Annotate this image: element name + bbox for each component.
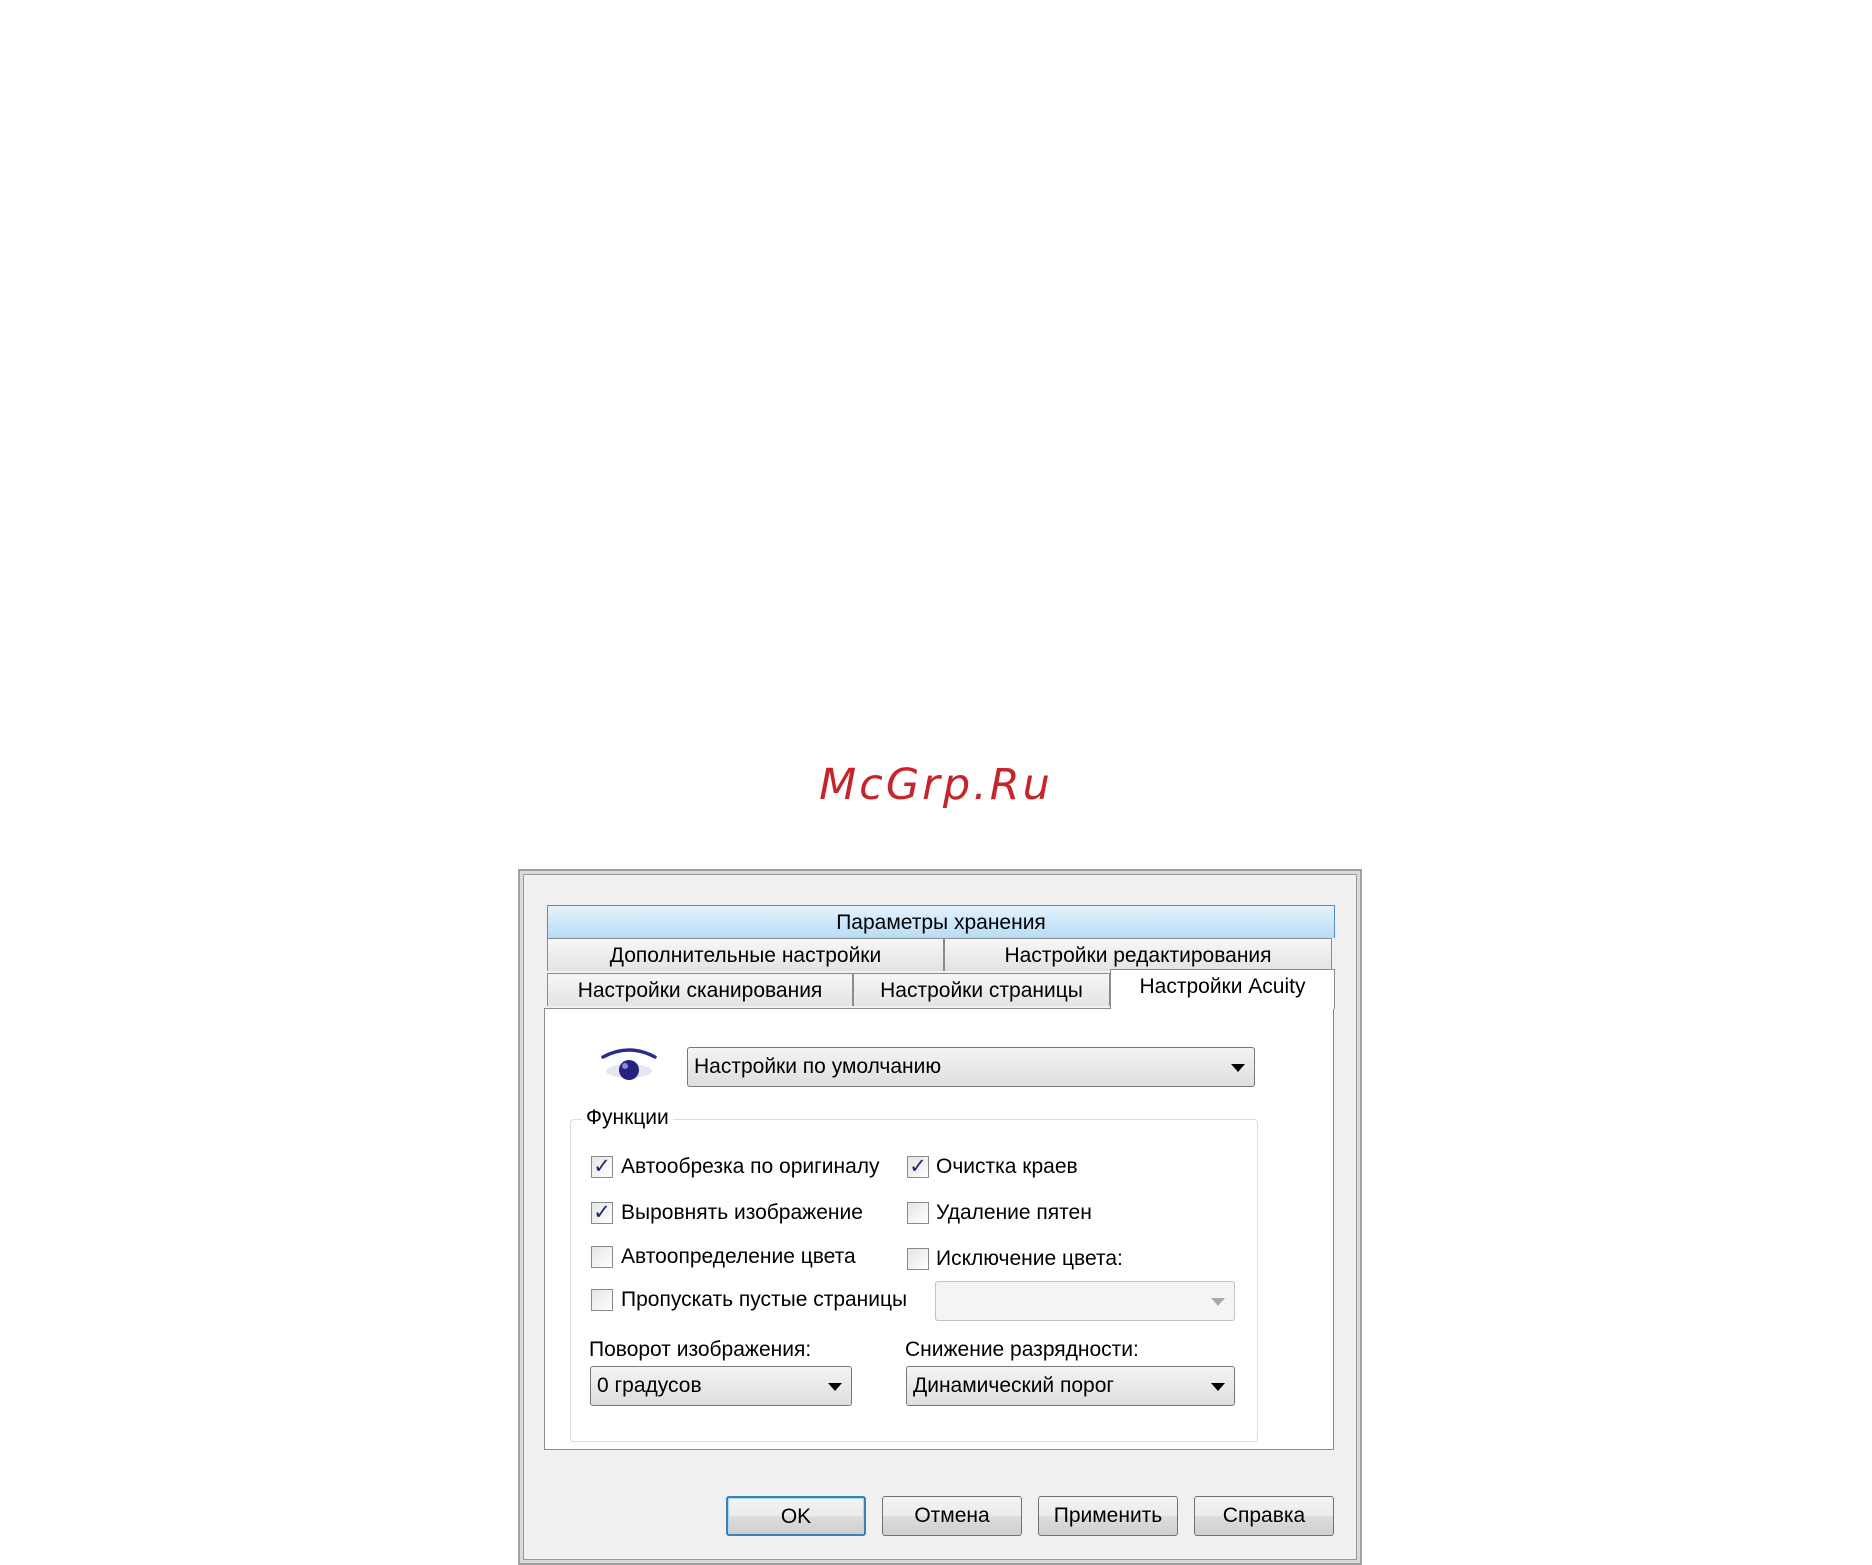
functions-group: Функции ✓ Автообрезка по оригиналу ✓ Очи… [570,1106,1258,1442]
bit-depth-label: Снижение разрядности: [905,1338,1139,1361]
help-button[interactable]: Справка [1194,1496,1334,1536]
bit-depth-select-value: Динамический порог [913,1374,1115,1397]
cancel-button[interactable]: Отмена [882,1496,1022,1536]
rotation-label: Поворот изображения: [589,1338,812,1361]
tab-storage-parameters[interactable]: Параметры хранения [547,905,1335,938]
rotation-select-value: 0 градусов [597,1374,702,1397]
tab-page-settings[interactable]: Настройки страницы [853,973,1110,1006]
bit-depth-select[interactable]: Динамический порог [906,1366,1235,1406]
tab-additional-settings[interactable]: Дополнительные настройки [547,938,944,971]
chevron-down-icon [1211,1298,1225,1306]
chevron-down-icon [1211,1383,1225,1391]
skip-blank-pages-checkbox[interactable] [591,1289,613,1311]
tab-acuity-settings[interactable]: Настройки Acuity [1110,969,1335,1009]
auto-color-label: Автоопределение цвета [621,1245,856,1268]
despeckle-checkbox[interactable] [907,1202,929,1224]
watermark-text: McGrp.Ru [819,760,1053,810]
deskew-checkbox[interactable]: ✓ [591,1202,613,1224]
color-exclusion-select [935,1281,1235,1321]
autocrop-label: Автообрезка по оригиналу [621,1155,880,1178]
tab-editing-settings[interactable]: Настройки редактирования [944,938,1332,971]
color-exclusion-checkbox[interactable] [907,1248,929,1270]
profile-select[interactable]: Настройки по умолчанию [687,1047,1255,1087]
apply-button[interactable]: Применить [1038,1496,1178,1536]
functions-legend: Функции [582,1106,673,1130]
profile-select-value: Настройки по умолчанию [694,1055,942,1078]
tab-scan-settings[interactable]: Настройки сканирования [547,973,853,1006]
ok-button[interactable]: OK [726,1496,866,1536]
edge-cleanup-label: Очистка краев [936,1155,1078,1178]
rotation-select[interactable]: 0 градусов [590,1366,852,1406]
edge-cleanup-checkbox[interactable]: ✓ [907,1156,929,1178]
despeckle-label: Удаление пятен [936,1201,1092,1224]
skip-blank-pages-label: Пропускать пустые страницы [621,1288,908,1311]
auto-color-checkbox[interactable] [591,1246,613,1268]
deskew-label: Выровнять изображение [621,1201,863,1224]
acuity-settings-dialog: Параметры хранения Дополнительные настро… [518,869,1362,1565]
chevron-down-icon [1231,1064,1245,1072]
eye-icon [601,1048,657,1080]
chevron-down-icon [828,1383,842,1391]
autocrop-checkbox[interactable]: ✓ [591,1156,613,1178]
acuity-settings-panel: Настройки по умолчанию Функции ✓ Автообр… [544,1008,1334,1450]
color-exclusion-label: Исключение цвета: [936,1247,1123,1270]
